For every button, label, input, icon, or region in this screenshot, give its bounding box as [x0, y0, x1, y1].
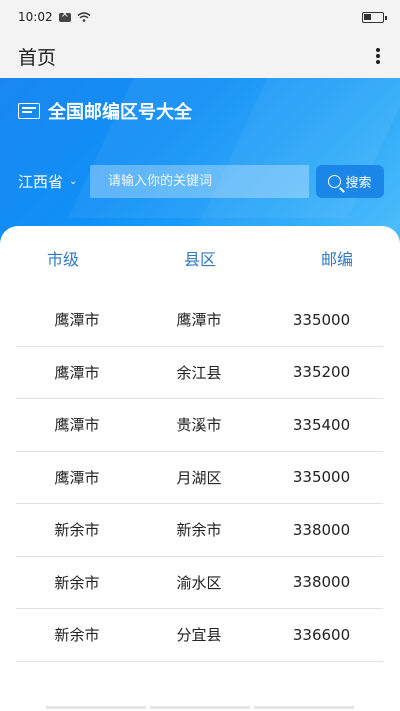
postcode-cell: 335000: [292, 468, 351, 487]
postcode-cell: 335400: [292, 415, 351, 434]
chevron-down-icon: ⌄: [69, 176, 78, 187]
postcode-cell: 336600: [292, 625, 351, 644]
search-row: 江西省 ⌄ 搜索: [18, 165, 384, 198]
city-cell: 新余市: [54, 573, 100, 592]
city-cell: 新余市: [54, 521, 100, 540]
city-cell: 新余市: [54, 626, 100, 645]
more-dot: [376, 48, 380, 52]
district-cell: 鹰潭市: [176, 311, 222, 330]
district-cell: 分宜县: [176, 626, 222, 645]
table-row[interactable]: 新余市 新余市 338000: [16, 504, 383, 557]
table-row[interactable]: 新余市 分宜县 336600: [16, 609, 383, 662]
district-cell: 月湖区: [176, 468, 222, 487]
column-header-postcode: 邮编: [320, 250, 353, 269]
table-header: 市级 县区 邮编: [0, 246, 400, 270]
page-title: 首页: [18, 46, 57, 69]
district-cell: 渝水区: [176, 573, 222, 592]
district-cell: 新余市: [176, 521, 222, 540]
search-input[interactable]: [90, 165, 309, 198]
app-bar: 首页: [0, 34, 400, 78]
hero-title: 全国邮编区号大全: [48, 102, 192, 123]
battery-icon: [362, 11, 387, 23]
city-cell: 鹰潭市: [54, 311, 100, 330]
province-label: 江西省: [18, 173, 64, 191]
more-options-icon[interactable]: [374, 46, 382, 66]
status-left: 10:02: [18, 9, 91, 24]
search-button-label: 搜索: [345, 175, 372, 190]
table-row[interactable]: 鹰潭市 鹰潭市 335000: [16, 294, 383, 347]
city-cell: 鹰潭市: [54, 416, 100, 435]
status-bar: 10:02: [0, 0, 400, 34]
bottom-nav-indicator: [46, 706, 354, 709]
postcode-cell: 338000: [292, 520, 351, 539]
results-card: 市级 县区 邮编 鹰潭市 鹰潭市 335000 鹰潭市 余江县 335200 鹰…: [0, 226, 400, 711]
more-dot: [376, 54, 380, 58]
search-button[interactable]: 搜索: [316, 165, 384, 198]
nav-indicator-segment: [46, 706, 146, 709]
table-body: 鹰潭市 鹰潭市 335000 鹰潭市 余江县 335200 鹰潭市 贵溪市 33…: [16, 294, 383, 662]
table-row[interactable]: 鹰潭市 贵溪市 335400: [16, 399, 383, 452]
city-cell: 鹰潭市: [54, 363, 100, 382]
more-dot: [376, 60, 380, 64]
table-row[interactable]: 鹰潭市 月湖区 335000: [16, 452, 383, 504]
status-time: 10:02: [18, 10, 53, 24]
nav-indicator-segment: [150, 706, 250, 709]
hero-banner: 全国邮编区号大全 江西省 ⌄ 搜索: [0, 78, 400, 248]
table-row[interactable]: 鹰潭市 余江县 335200: [16, 347, 383, 399]
province-select[interactable]: 江西省 ⌄: [18, 171, 90, 192]
postcard-icon: [18, 103, 40, 119]
wifi-icon: [77, 12, 91, 22]
postcode-cell: 338000: [292, 573, 351, 592]
city-cell: 鹰潭市: [54, 468, 100, 487]
table-row[interactable]: 新余市 渝水区 338000: [16, 557, 383, 609]
postcode-cell: 335000: [292, 310, 351, 329]
column-header-district: 县区: [183, 250, 216, 269]
hero-title-row: 全国邮编区号大全: [18, 98, 192, 124]
search-icon: [328, 175, 342, 188]
district-cell: 贵溪市: [176, 416, 222, 435]
district-cell: 余江县: [176, 363, 222, 382]
notification-icon: [58, 9, 71, 22]
postcode-cell: 335200: [292, 363, 351, 382]
column-header-city: 市级: [46, 250, 79, 269]
nav-indicator-segment: [254, 706, 354, 709]
